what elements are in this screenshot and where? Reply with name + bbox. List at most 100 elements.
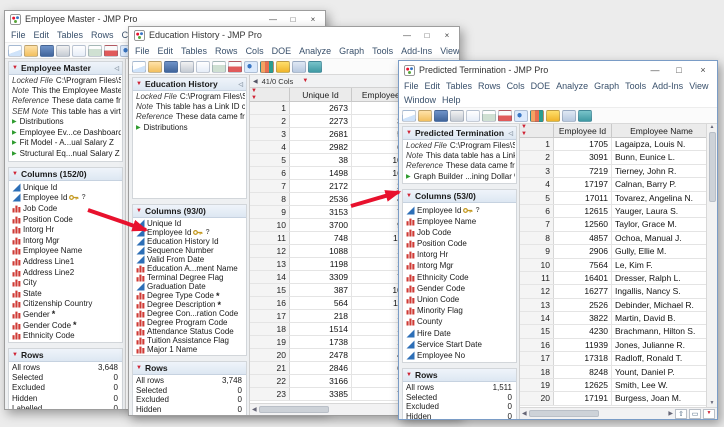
scroll-to-top-button[interactable]	[675, 409, 687, 419]
rows-stat[interactable]: All rows3,648	[12, 363, 121, 373]
rows-stat[interactable]: All rows3,748	[136, 376, 245, 386]
minimize-button[interactable]: —	[397, 27, 417, 43]
tabulate-icon[interactable]	[260, 61, 274, 73]
menu-item[interactable]: File	[7, 30, 30, 40]
red-triangle-menu-icon[interactable]	[136, 365, 142, 371]
column-item[interactable]: Address Line1	[12, 256, 121, 267]
cell-unique-id[interactable]: 748	[290, 232, 352, 244]
cell-unique-id[interactable]: 1498	[290, 167, 352, 179]
table-row[interactable]: 11 16401 Dresser, Ralph L.	[520, 272, 706, 285]
menu-item[interactable]: Graph	[591, 81, 622, 91]
table-script[interactable]: Distributions	[12, 117, 121, 128]
column-item[interactable]: Intorg Mgr	[406, 260, 515, 271]
table-variable[interactable]: Locked FileC:\Program Files\SA	[136, 92, 245, 102]
column-item[interactable]: Intorg Mgr	[12, 235, 121, 246]
row-number[interactable]: 15	[520, 325, 554, 337]
column-item[interactable]: County	[406, 316, 515, 327]
table-variable[interactable]: Locked FileC:\Program Files\SA	[12, 76, 121, 86]
menu-item[interactable]: Graph	[335, 46, 368, 56]
table-variable[interactable]: NoteThis table has a Link ID co	[136, 102, 245, 112]
cell-employee-id[interactable]: 12560	[554, 218, 612, 230]
distribution-icon[interactable]	[104, 45, 118, 57]
grid-menu-button[interactable]	[703, 409, 715, 419]
table-variable[interactable]: SEM NoteThis table has a virt	[12, 107, 121, 117]
rows-stat[interactable]: Selected0	[406, 393, 515, 403]
cell-employee-id[interactable]: 12625	[554, 379, 612, 391]
table-variable[interactable]: ReferenceThese data came fro	[136, 112, 245, 122]
titlebar[interactable]: Education History - JMP Pro — □ ×	[129, 27, 459, 43]
rows-stat[interactable]: Hidden0	[136, 405, 245, 415]
row-number[interactable]: 21	[250, 362, 290, 374]
maximize-button[interactable]: □	[417, 27, 437, 43]
cell-employee-id[interactable]: 8248	[554, 366, 612, 378]
cell-employee-name[interactable]: Debinder, Michael R.	[612, 299, 706, 311]
new-data-table-icon[interactable]	[402, 110, 416, 122]
column-item[interactable]: Service Start Date	[406, 339, 515, 350]
row-number[interactable]: 12	[520, 285, 554, 297]
distribution-icon[interactable]	[228, 61, 242, 73]
cell-unique-id[interactable]: 3700	[290, 219, 352, 231]
fit-y-by-x-icon[interactable]	[244, 61, 258, 73]
menu-item[interactable]: Tools	[368, 46, 397, 56]
cell-employee-id[interactable]: 16277	[554, 285, 612, 297]
row-number[interactable]: 15	[250, 284, 290, 296]
table-row[interactable]: 9 2906 Gully, Ellie M.	[520, 245, 706, 258]
cell-employee-id[interactable]: 17318	[554, 352, 612, 364]
rows-stat[interactable]: Labelled0	[12, 404, 121, 409]
rows-panel-header[interactable]: Rows	[9, 349, 122, 362]
column-item[interactable]: Ethnicity Code	[406, 272, 515, 283]
copy-icon[interactable]	[196, 61, 210, 73]
cell-employee-id[interactable]: 17191	[554, 392, 612, 404]
cell-employee-name[interactable]: Ingallis, Nancy S.	[612, 285, 706, 297]
column-item[interactable]: Degree Type Code	[136, 291, 245, 300]
row-number[interactable]: 19	[250, 336, 290, 348]
columns-menu-icon[interactable]	[302, 78, 308, 84]
rows-stat[interactable]: Excluded0	[136, 395, 245, 405]
rows-panel-header[interactable]: Rows	[133, 362, 246, 375]
menu-item[interactable]: Rows	[211, 46, 242, 56]
cell-unique-id[interactable]: 1738	[290, 336, 352, 348]
cell-employee-id[interactable]: 17011	[554, 192, 612, 204]
column-item[interactable]: Address Line2	[12, 267, 121, 278]
cell-employee-name[interactable]: Yauger, Laura S.	[612, 205, 706, 217]
open-icon[interactable]	[418, 110, 432, 122]
table-row[interactable]: 7 12560 Taylor, Grace M.	[520, 218, 706, 231]
red-triangle-menu-icon[interactable]	[406, 372, 412, 378]
red-triangle-menu-icon[interactable]	[12, 65, 18, 71]
cell-unique-id[interactable]: 3153	[290, 206, 352, 218]
column-item[interactable]: Valid From Date	[136, 255, 245, 264]
column-item[interactable]: Employee Id	[12, 193, 121, 204]
table-row[interactable]: 10 7564 Le, Kim F.	[520, 259, 706, 272]
cell-employee-id[interactable]: 4230	[554, 325, 612, 337]
row-number[interactable]: 3	[250, 128, 290, 140]
menu-item[interactable]: Add-Ins	[397, 46, 436, 56]
cell-unique-id[interactable]: 38	[290, 154, 352, 166]
rows-menu-icon[interactable]	[521, 131, 527, 137]
row-number[interactable]: 7	[520, 218, 554, 230]
menu-item[interactable]: Analyze	[553, 81, 591, 91]
table-row[interactable]: 3 7219 Tierney, John R.	[520, 165, 706, 178]
column-header-employee-id[interactable]: Employee Id	[554, 124, 612, 137]
table-row[interactable]: 17 17318 Radloff, Ronald T.	[520, 352, 706, 365]
cell-employee-id[interactable]: 7219	[554, 165, 612, 177]
menu-item[interactable]: View	[436, 46, 459, 56]
column-item[interactable]: City	[12, 277, 121, 288]
rows-stat[interactable]: Selected0	[12, 373, 121, 383]
rows-stat[interactable]: Hidden0	[12, 394, 121, 404]
row-number[interactable]: 4	[250, 141, 290, 153]
column-item[interactable]: Degree Program Code	[136, 318, 245, 327]
cell-employee-id[interactable]: 3091	[554, 151, 612, 163]
column-item[interactable]: Ethnicity Code	[12, 330, 121, 341]
row-number[interactable]: 2	[250, 115, 290, 127]
cell-employee-name[interactable]: Lagaipza, Louis N.	[612, 138, 706, 150]
cell-unique-id[interactable]: 2273	[290, 115, 352, 127]
menu-item[interactable]: Tools	[622, 81, 649, 91]
cell-employee-id[interactable]: 4857	[554, 232, 612, 244]
menu-item[interactable]: File	[401, 81, 422, 91]
row-number[interactable]: 7	[250, 180, 290, 192]
column-item[interactable]: State	[12, 288, 121, 299]
column-item[interactable]: Intorg Hr	[12, 224, 121, 235]
close-button[interactable]: ×	[437, 27, 457, 43]
save-icon[interactable]	[434, 110, 448, 122]
journal-icon[interactable]	[212, 61, 226, 73]
